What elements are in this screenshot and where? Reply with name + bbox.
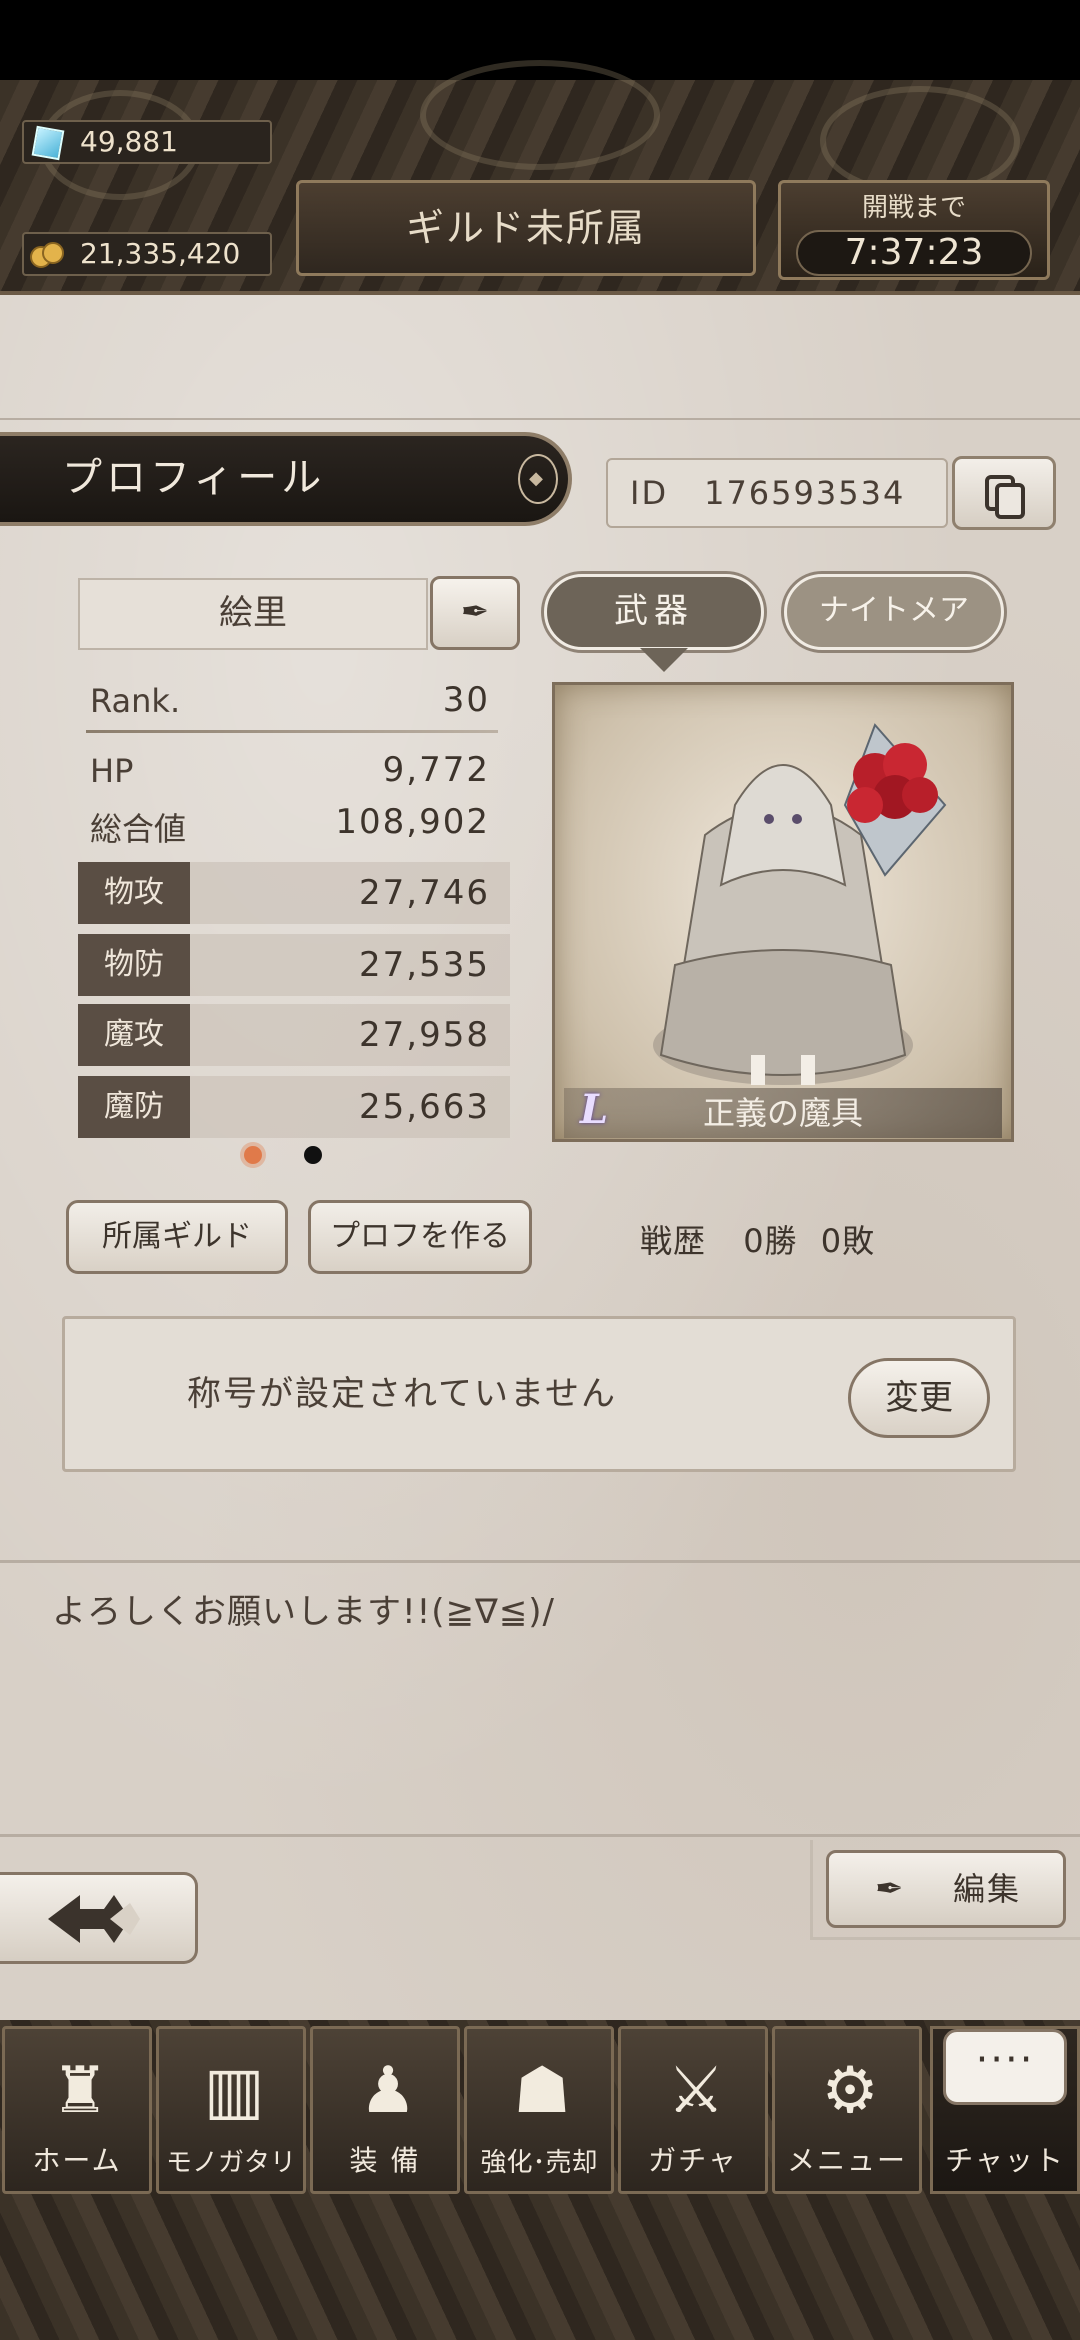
back-button[interactable] xyxy=(0,1872,198,1964)
nav-equipment[interactable]: ♟ 装 備 xyxy=(310,2026,460,2194)
castle-icon: ♜ xyxy=(51,2054,109,2128)
gem-count: 49,881 xyxy=(80,125,178,158)
total-label: 総合値 xyxy=(90,810,187,848)
stat-row-patk: 物攻 27,746 xyxy=(78,862,510,924)
stat-label: 魔防 xyxy=(78,1076,190,1138)
total-value: 108,902 xyxy=(335,802,490,842)
nav-home-label: ホーム xyxy=(32,2144,122,2177)
gem-counter: 49,881 xyxy=(22,120,272,164)
tab-weapon-label: 武器 xyxy=(614,591,694,631)
tab-nightmare[interactable]: ナイトメア xyxy=(784,574,1004,650)
battle-record: 戦歴 0勝 0敗 xyxy=(640,1216,875,1262)
edit-name-button[interactable]: ✒ xyxy=(430,576,520,650)
stat-row-matk: 魔攻 27,958 xyxy=(78,1004,510,1066)
stat-label: 魔攻 xyxy=(78,1004,190,1066)
nav-gacha-label: ガチャ xyxy=(648,2144,738,2177)
coin-icon xyxy=(30,242,64,270)
change-title-button[interactable]: 変更 xyxy=(848,1358,990,1438)
back-arrow-icon xyxy=(48,1895,140,1943)
player-name-box: 絵里 xyxy=(78,578,428,650)
nav-gacha[interactable]: ⚔ ガチャ xyxy=(618,2026,768,2194)
make-profile-button[interactable]: プロフを作る xyxy=(308,1200,532,1274)
pen-icon: ✒ xyxy=(460,592,490,632)
nav-story[interactable]: ▥ モノガタリ xyxy=(156,2026,306,2194)
book-icon: ▥ xyxy=(203,2054,265,2128)
coin-counter: 21,335,420 xyxy=(22,232,272,276)
stat-label: 物攻 xyxy=(78,862,190,924)
pen-icon: ✒ xyxy=(875,1869,906,1909)
nav-menu-label: メニュー xyxy=(786,2144,907,2177)
coin-count: 21,335,420 xyxy=(80,237,241,270)
profile-comment: よろしくお願いします!!(≧∇≦)/ xyxy=(52,1592,555,1632)
edit-profile-label: 編集 xyxy=(952,1870,1021,1908)
battle-countdown: 7:37:23 xyxy=(796,230,1032,276)
chat-icon: ···· xyxy=(943,2029,1067,2105)
toggle-arrows-icon[interactable]: ◆ xyxy=(518,454,558,504)
id-box: ID 176593534 xyxy=(606,458,948,528)
nav-chat-label: チャット xyxy=(945,2144,1065,2177)
rank-label: Rank. xyxy=(90,682,181,720)
equipment-icon: ♟ xyxy=(359,2054,417,2128)
divider xyxy=(0,418,1080,420)
gear-icon: ⚙ xyxy=(821,2054,879,2128)
battle-label: 開戦まで xyxy=(861,193,966,223)
swords-icon: ⚔ xyxy=(667,2054,725,2128)
divider xyxy=(0,1560,1080,1563)
character-illustration xyxy=(653,723,947,1085)
tab-nightmare-label: ナイトメア xyxy=(819,593,969,628)
guild-button[interactable]: 所属ギルド xyxy=(66,1200,288,1274)
id-label: ID xyxy=(630,474,669,512)
battle-timer-panel: 開戦まで 7:37:23 xyxy=(778,180,1050,280)
edit-profile-button[interactable]: ✒ 編集 xyxy=(826,1850,1066,1928)
gem-icon xyxy=(31,125,65,161)
page-dot-active[interactable] xyxy=(244,1146,262,1164)
title-status-text: 称号が設定されていません xyxy=(187,1374,617,1414)
hp-label: HP xyxy=(90,752,134,790)
weapon-name: 正義の魔具 xyxy=(702,1094,863,1132)
losses: 0敗 xyxy=(820,1222,876,1260)
tab-weapon[interactable]: 武器 xyxy=(544,574,764,650)
guild-status-text: ギルド未所属 xyxy=(405,206,646,250)
guild-status-panel[interactable]: ギルド未所属 xyxy=(296,180,756,276)
change-title-label: 変更 xyxy=(885,1378,953,1418)
guild-button-label: 所属ギルド xyxy=(102,1219,252,1254)
make-profile-button-label: プロフを作る xyxy=(330,1219,510,1254)
player-name: 絵里 xyxy=(219,593,287,633)
nav-equipment-label: 装 備 xyxy=(349,2144,421,2177)
stat-value: 25,663 xyxy=(359,1087,490,1127)
page-dot[interactable] xyxy=(304,1146,322,1164)
profile-title: プロフィール xyxy=(62,455,326,501)
stat-value: 27,958 xyxy=(359,1015,490,1055)
profile-tab: プロフィール ◆ xyxy=(0,432,572,526)
id-value: 176593534 xyxy=(704,474,906,512)
stat-row-mdef: 魔防 25,663 xyxy=(78,1076,510,1138)
rank-value: 30 xyxy=(442,680,490,720)
nav-enhance-label: 強化･売却 xyxy=(480,2148,598,2178)
nav-home[interactable]: ♜ ホーム xyxy=(2,2026,152,2194)
rarity-badge: L xyxy=(580,1086,609,1133)
nav-enhance[interactable]: ☗ 強化･売却 xyxy=(464,2026,614,2194)
nav-chat[interactable]: ···· チャット xyxy=(930,2026,1080,2194)
wins: 0勝 xyxy=(743,1222,798,1260)
stat-value: 27,746 xyxy=(359,873,490,913)
mask-icon: ☗ xyxy=(513,2054,571,2128)
copy-id-button[interactable] xyxy=(952,456,1056,530)
stat-label: 物防 xyxy=(78,934,190,996)
stat-value: 27,535 xyxy=(359,945,490,985)
hp-value: 9,772 xyxy=(382,750,490,790)
tab-pointer-icon xyxy=(640,648,688,672)
nav-menu[interactable]: ⚙ メニュー xyxy=(772,2026,922,2194)
paper-background xyxy=(0,295,1080,2025)
stat-row-pdef: 物防 27,535 xyxy=(78,934,510,996)
nav-story-label: モノガタリ xyxy=(165,2148,296,2178)
record-label: 戦歴 xyxy=(640,1222,707,1260)
divider xyxy=(0,1834,1080,1837)
weapon-card[interactable] xyxy=(552,682,1014,1142)
weapon-name-bar: 正義の魔具 xyxy=(564,1088,1002,1138)
rank-divider xyxy=(86,730,498,733)
